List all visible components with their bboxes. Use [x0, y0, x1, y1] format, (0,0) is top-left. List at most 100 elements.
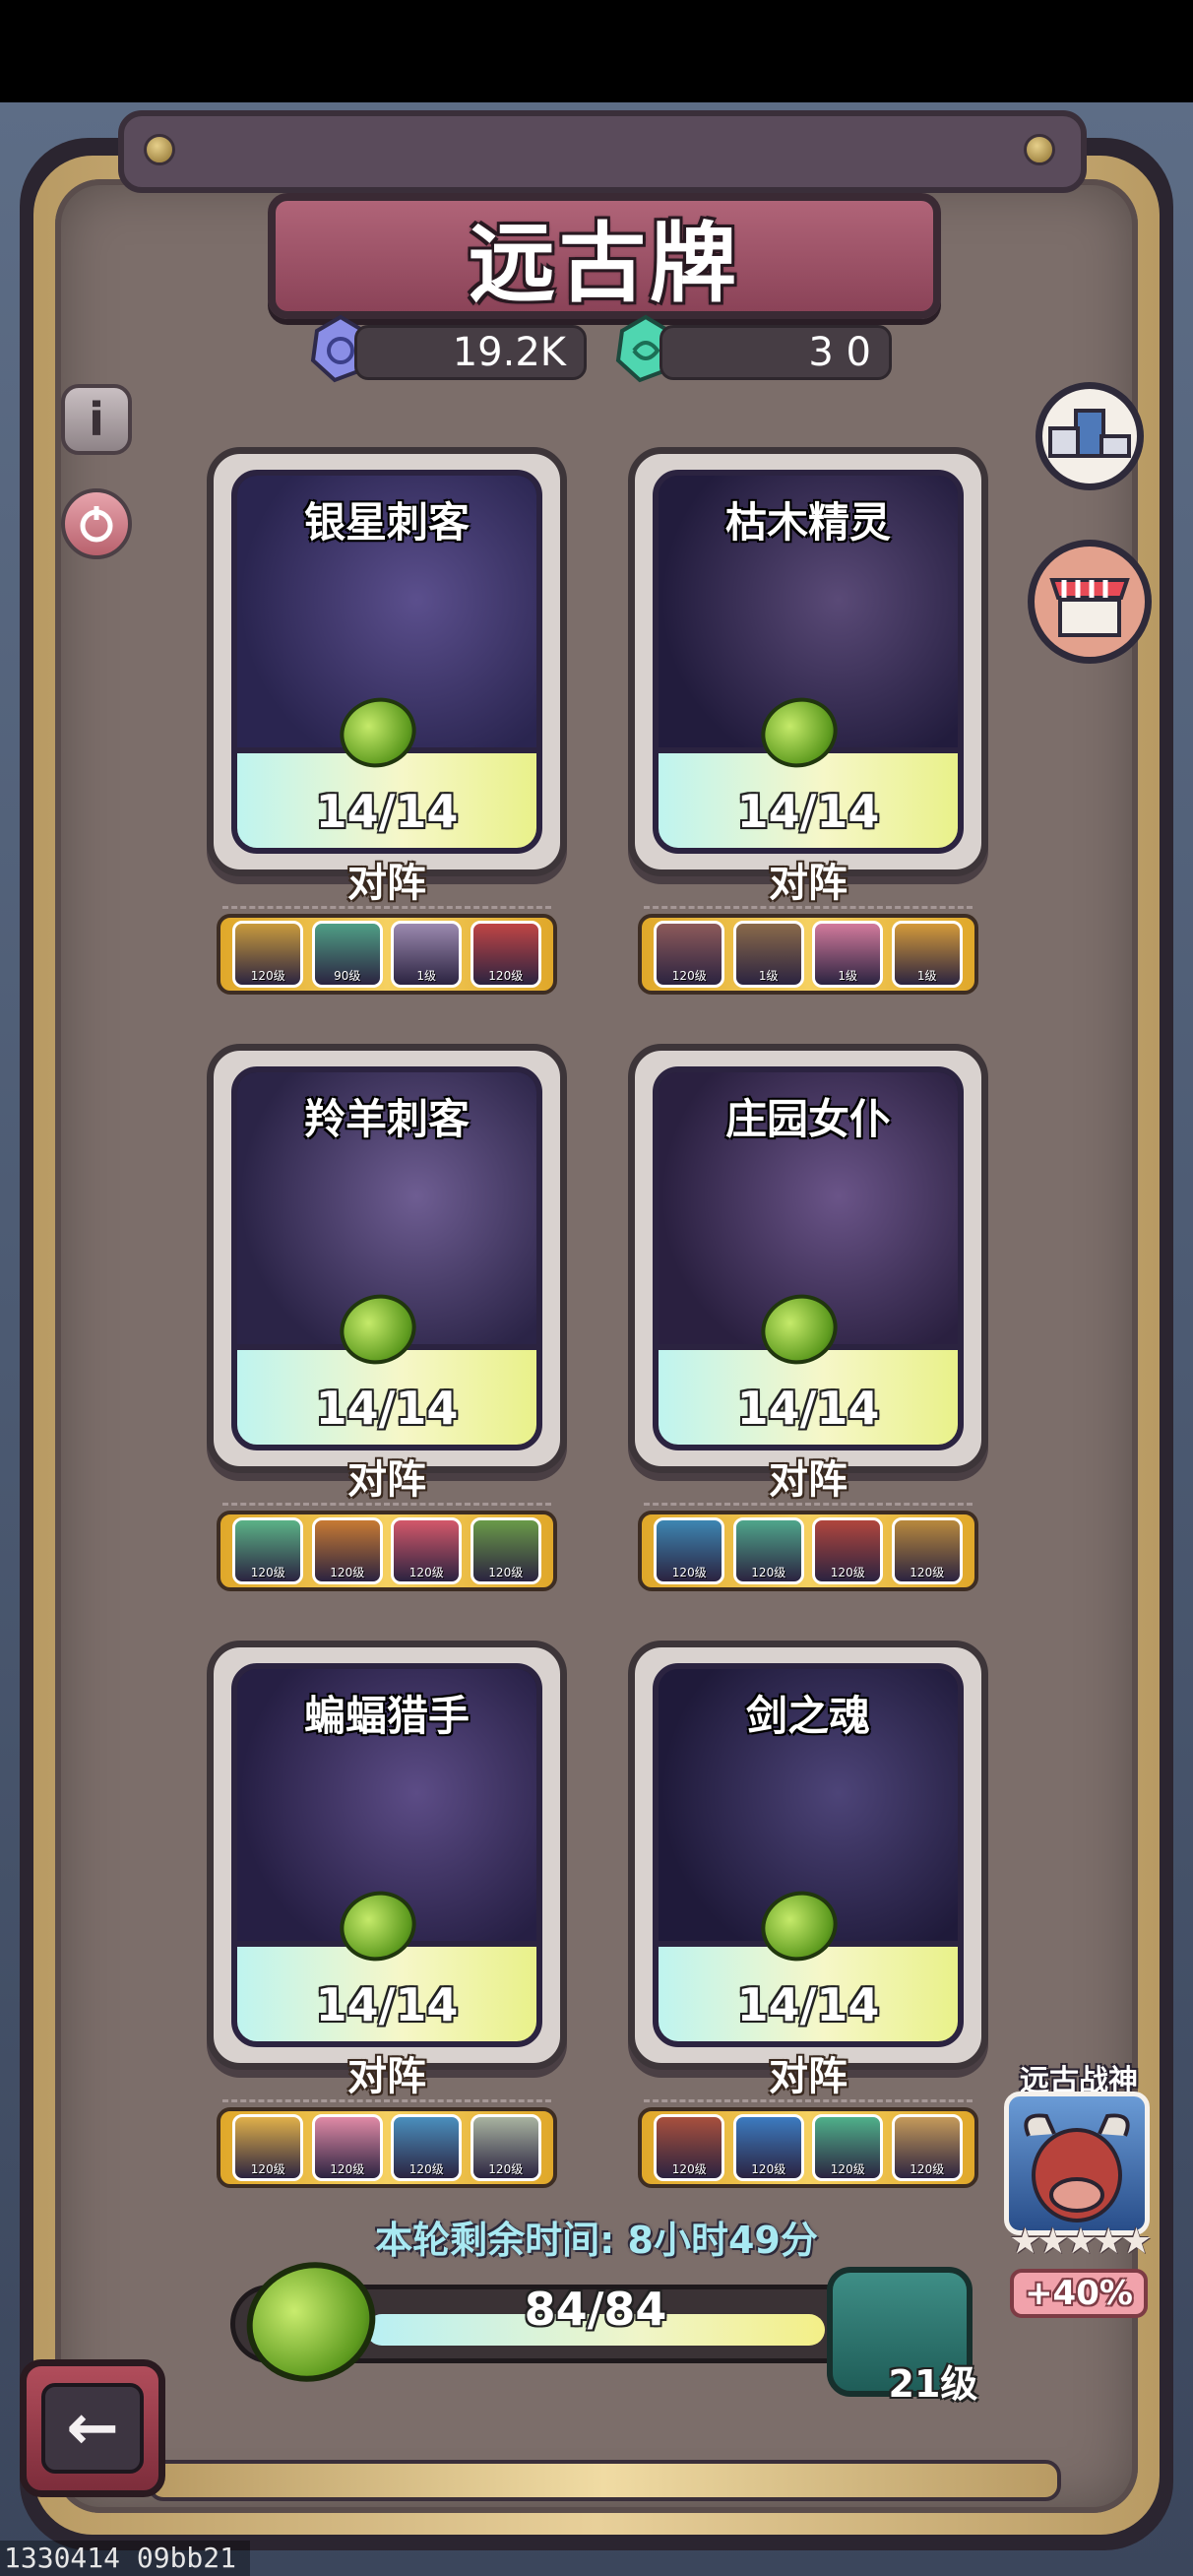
card-name: 庄园女仆	[724, 1095, 891, 1143]
war-god-portrait[interactable]	[1004, 2092, 1150, 2235]
green-gem-count: 3 0	[659, 325, 892, 380]
card-frame: 枯木精灵 14/14	[653, 470, 964, 854]
hero-avatar[interactable]: 120级	[470, 2114, 541, 2181]
divider	[644, 2099, 973, 2102]
hero-avatar[interactable]: 90级	[311, 921, 383, 988]
hero-level: 120级	[488, 969, 524, 983]
hero-level: 120级	[488, 1566, 524, 1579]
card-name: 羚羊刺客	[303, 1095, 470, 1143]
back-button[interactable]: ←	[20, 2359, 165, 2497]
divider	[644, 906, 973, 909]
hero-avatar[interactable]: 1级	[732, 921, 804, 988]
hero-level: 120级	[250, 2162, 285, 2176]
card-count: 14/14	[736, 1382, 880, 1435]
card-count: 14/14	[736, 1978, 880, 2031]
divider	[644, 1503, 973, 1506]
hero-level: 1级	[916, 969, 937, 983]
info-button[interactable]: i	[61, 384, 132, 455]
divider	[222, 1503, 551, 1506]
rivet	[144, 134, 175, 165]
hero-avatar[interactable]: 120级	[654, 1517, 725, 1584]
hero-avatar[interactable]: 1级	[391, 921, 463, 988]
hero-avatar[interactable]: 120级	[232, 2114, 304, 2181]
progress-text: 84/84	[524, 2283, 667, 2336]
hero-level: 120级	[910, 2162, 945, 2176]
hero-avatar[interactable]: 120级	[470, 1517, 541, 1584]
hero-avatar[interactable]: 1级	[812, 921, 884, 988]
podium-icon	[1048, 409, 1131, 458]
card-3[interactable]: 羚羊刺客 14/14	[207, 1044, 567, 1473]
war-god-bonus: +40%	[1010, 2269, 1148, 2318]
vs-label: 对阵	[347, 861, 426, 906]
hero-avatar[interactable]: 120级	[654, 921, 725, 988]
hero-level: 120级	[910, 1566, 945, 1579]
hero-level: 120级	[250, 969, 285, 983]
status-bar	[0, 0, 1193, 102]
hero-avatar[interactable]: 120级	[232, 921, 304, 988]
hero-level: 120级	[330, 1566, 365, 1579]
opponent-team[interactable]: 120级 120级 120级 120级	[638, 2107, 978, 2188]
card-count: 14/14	[736, 785, 880, 838]
hero-avatar[interactable]: 1级	[891, 921, 963, 988]
blue-gem-count: 19.2K	[354, 325, 587, 380]
hero-avatar[interactable]: 120级	[391, 2114, 463, 2181]
card-1[interactable]: 银星刺客 14/14	[207, 447, 567, 876]
card-4[interactable]: 庄园女仆 14/14	[628, 1044, 988, 1473]
hero-level: 1级	[838, 969, 858, 983]
shop-stall-icon	[1049, 578, 1130, 637]
hero-level: 120级	[408, 1566, 444, 1579]
card-frame: 庄园女仆 14/14	[653, 1066, 964, 1450]
hero-level: 120级	[330, 2162, 365, 2176]
war-god-stars: ★★★★★	[1009, 2222, 1152, 2262]
hero-avatar[interactable]: 120级	[311, 1517, 383, 1584]
hero-avatar[interactable]: 120级	[891, 1517, 963, 1584]
card-name: 枯木精灵	[724, 498, 891, 547]
hero-level: 1级	[416, 969, 437, 983]
card-name: 剑之魂	[745, 1692, 870, 1740]
opponent-team[interactable]: 120级 120级 120级 120级	[638, 1511, 978, 1591]
refresh-icon	[80, 506, 113, 543]
hero-avatar[interactable]: 120级	[391, 1517, 463, 1584]
bull-warrior-icon	[1024, 2113, 1130, 2222]
hero-level: 120级	[488, 2162, 524, 2176]
opponent-team[interactable]: 120级 90级 1级 120级	[217, 914, 557, 995]
hero-level: 120级	[250, 1566, 285, 1579]
hero-level: 1级	[758, 969, 779, 983]
card-6[interactable]: 剑之魂 14/14	[628, 1641, 988, 2070]
level-text: 21级	[888, 2362, 978, 2406]
ranking-button[interactable]	[1036, 382, 1144, 490]
info-icon: i	[89, 393, 104, 446]
shop-button[interactable]	[1028, 540, 1152, 664]
opponent-team[interactable]: 120级 120级 120级 120级	[217, 2107, 557, 2188]
hero-level: 120级	[671, 2162, 707, 2176]
hero-avatar[interactable]: 120级	[891, 2114, 963, 2181]
vs-label: 对阵	[347, 1457, 426, 1503]
card-frame: 银星刺客 14/14	[231, 470, 542, 854]
card-count: 14/14	[315, 1382, 459, 1435]
card-5[interactable]: 蝙蝠猎手 14/14	[207, 1641, 567, 2070]
hero-level: 120级	[751, 2162, 786, 2176]
hero-avatar[interactable]: 120级	[732, 2114, 804, 2181]
vs-label: 对阵	[769, 861, 848, 906]
footer-id: 1330414 09bb21	[0, 2541, 250, 2576]
divider	[222, 2099, 551, 2102]
rivet	[1024, 134, 1055, 165]
divider	[222, 906, 551, 909]
vs-label: 对阵	[769, 1457, 848, 1503]
opponent-team[interactable]: 120级 120级 120级 120级	[217, 1511, 557, 1591]
hero-avatar[interactable]: 120级	[654, 2114, 725, 2181]
hero-avatar[interactable]: 120级	[470, 921, 541, 988]
hero-level: 120级	[671, 1566, 707, 1579]
hero-avatar[interactable]: 120级	[732, 1517, 804, 1584]
card-count: 14/14	[315, 785, 459, 838]
refresh-button[interactable]	[61, 488, 132, 559]
opponent-team[interactable]: 120级 1级 1级 1级	[638, 914, 978, 995]
hero-avatar[interactable]: 120级	[232, 1517, 304, 1584]
hero-avatar[interactable]: 120级	[311, 2114, 383, 2181]
bottom-decor-bar	[148, 2460, 1061, 2501]
card-2[interactable]: 枯木精灵 14/14	[628, 447, 988, 876]
hero-level: 120级	[830, 2162, 865, 2176]
hero-avatar[interactable]: 120级	[812, 2114, 884, 2181]
hero-avatar[interactable]: 120级	[812, 1517, 884, 1584]
page-title: 远古牌	[468, 212, 740, 314]
